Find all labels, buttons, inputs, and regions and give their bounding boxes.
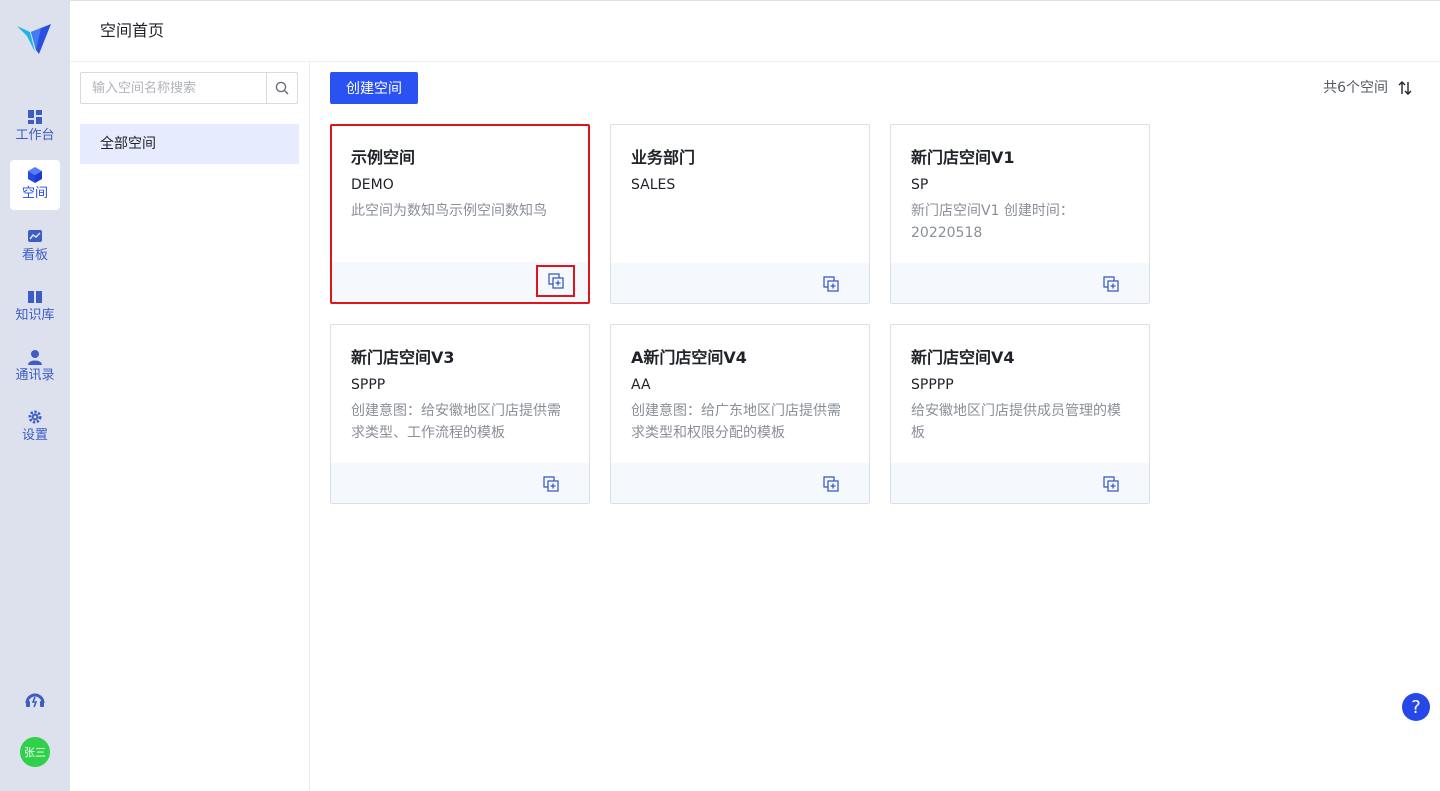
copy-space-button[interactable] (821, 474, 841, 494)
dashboard-icon (27, 109, 43, 125)
space-card[interactable]: 新门店空间V4 SPPPP 给安徽地区门店提供成员管理的模板 (890, 324, 1150, 504)
contact-icon (27, 349, 43, 365)
create-space-button[interactable]: 创建空间 (330, 72, 418, 104)
avatar[interactable]: 张三 (20, 737, 50, 767)
gear-icon (27, 409, 43, 425)
card-code: AA (631, 377, 651, 393)
support-icon[interactable] (24, 689, 46, 711)
space-card[interactable]: 新门店空间V1 SP 新门店空间V1 创建时间：20220518 (890, 124, 1150, 304)
card-title: 示例空间 (351, 148, 416, 167)
card-title: 新门店空间V3 (351, 348, 455, 367)
space-count: 共6个空间 (1323, 80, 1388, 96)
nav-label: 知识库 (15, 308, 55, 323)
search-icon (275, 81, 289, 95)
card-description: 此空间为数知鸟示例空间数知鸟 (351, 203, 547, 219)
page-header: 空间首页 (70, 1, 1440, 62)
card-title: 业务部门 (631, 148, 696, 167)
space-card[interactable]: A新门店空间V4 AA 创建意图：给广东地区门店提供需求类型和权限分配的模板 (610, 324, 870, 504)
nav-space[interactable]: 空间 (10, 160, 60, 210)
nav-label: 设置 (21, 428, 48, 443)
nav-workbench[interactable]: 工作台 (10, 102, 60, 152)
cube-icon (27, 167, 43, 183)
search-box (80, 72, 298, 104)
search-input[interactable] (81, 73, 266, 103)
copy-space-button[interactable] (1101, 274, 1121, 294)
tree-item-all-spaces[interactable]: 全部空间 (80, 124, 299, 164)
card-description: 创建意图：给安徽地区门店提供需求类型、工作流程的模板 (351, 403, 561, 441)
space-card[interactable]: 示例空间 DEMO 此空间为数知鸟示例空间数知鸟 (330, 124, 590, 304)
card-title: 新门店空间V4 (911, 348, 1015, 367)
chart-board-icon (27, 229, 43, 245)
page-title: 空间首页 (100, 21, 165, 40)
copy-space-button[interactable] (1101, 474, 1121, 494)
card-description: 创建意图：给广东地区门店提供需求类型和权限分配的模板 (631, 403, 841, 441)
card-title: A新门店空间V4 (631, 348, 747, 367)
nav-knowledge[interactable]: 知识库 (10, 282, 60, 332)
left-rail: 工作台 空间 看板 知识库 通讯录 设置 张三 (0, 0, 70, 791)
nav-label: 工作台 (15, 128, 55, 143)
sort-icon[interactable] (1398, 80, 1412, 96)
card-code: SPPPP (911, 377, 954, 393)
card-title: 新门店空间V1 (911, 148, 1015, 167)
book-icon (27, 289, 43, 305)
copy-space-button[interactable] (541, 474, 561, 494)
copy-icon (547, 273, 564, 289)
space-panel: 全部空间 (70, 62, 310, 791)
copy-icon (1103, 276, 1119, 292)
app-logo[interactable] (17, 22, 53, 56)
nav-board[interactable]: 看板 (10, 222, 60, 272)
card-description: 给安徽地区门店提供成员管理的模板 (911, 403, 1121, 441)
search-button[interactable] (266, 73, 297, 103)
help-button[interactable]: ? (1402, 693, 1430, 721)
copy-icon (543, 476, 559, 492)
card-code: SP (911, 177, 929, 193)
card-code: DEMO (351, 177, 394, 193)
nav-label: 通讯录 (15, 368, 55, 383)
space-card[interactable]: 业务部门 SALES (610, 124, 870, 304)
copy-space-button[interactable] (821, 274, 841, 294)
space-card[interactable]: 新门店空间V3 SPPP 创建意图：给安徽地区门店提供需求类型、工作流程的模板 (330, 324, 590, 504)
nav-label: 空间 (21, 186, 48, 201)
copy-icon (823, 476, 839, 492)
nav-label: 看板 (21, 248, 48, 263)
copy-icon (823, 276, 839, 292)
nav-settings[interactable]: 设置 (10, 402, 60, 452)
card-code: SPPP (351, 377, 386, 393)
nav-contacts[interactable]: 通讯录 (10, 342, 60, 392)
card-code: SALES (631, 177, 676, 193)
card-description: 新门店空间V1 创建时间：20220518 (911, 203, 1074, 241)
copy-space-button[interactable] (536, 265, 575, 297)
copy-icon (1103, 476, 1119, 492)
